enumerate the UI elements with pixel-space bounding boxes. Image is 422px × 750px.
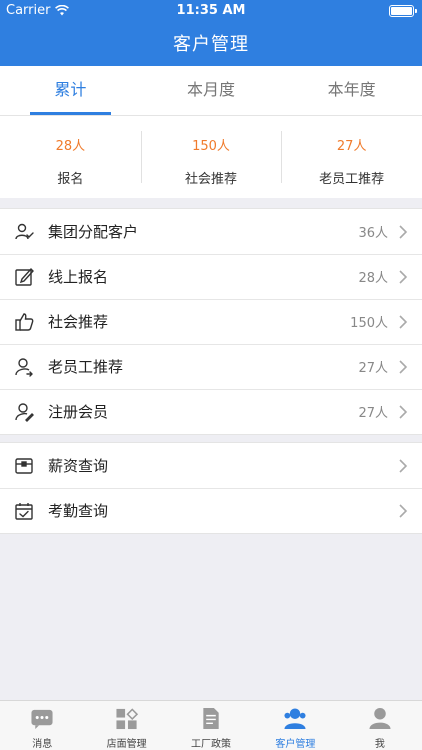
- tabbar-me[interactable]: 我: [338, 701, 422, 750]
- tabbar-factory-policy[interactable]: 工厂政策: [169, 701, 253, 750]
- wallet-icon: [14, 456, 34, 476]
- stat-social-referral[interactable]: 150人 社会推荐: [140, 127, 282, 187]
- tabbar-label: 工厂政策: [191, 739, 232, 750]
- tab-this-year[interactable]: 本年度: [281, 66, 422, 115]
- chevron-right-icon: [399, 404, 408, 419]
- status-time: 11:35 AM: [176, 3, 246, 18]
- stat-label: 老员工推荐: [319, 172, 385, 187]
- list-item-label: 社会推荐: [48, 313, 109, 331]
- group-assign-icon: [14, 222, 34, 242]
- page-title: 客户管理: [173, 34, 249, 55]
- battery-icon: [389, 5, 417, 17]
- list-item-label: 注册会员: [48, 403, 109, 421]
- store-grid-icon: [116, 708, 138, 730]
- stat-label: 报名: [57, 172, 84, 187]
- stat-value: 28人: [55, 139, 86, 154]
- calendar-check-icon: [14, 501, 34, 521]
- document-icon: [203, 707, 219, 730]
- chevron-right-icon: [399, 359, 408, 374]
- list-item-registered-members[interactable]: 注册会员 27人: [0, 389, 422, 434]
- list-item-count: 27人: [358, 406, 388, 421]
- chevron-right-icon: [399, 503, 408, 518]
- navigation-header: Carrier 11:35 AM 客户管理: [0, 0, 422, 66]
- tabbar-label: 客户管理: [275, 739, 316, 750]
- tabbar-label: 我: [374, 739, 385, 750]
- list-item-employee-referral[interactable]: 老员工推荐 27人: [0, 344, 422, 389]
- chevron-right-icon: [399, 224, 408, 239]
- list-item-count: 28人: [358, 271, 388, 286]
- tabbar-messages[interactable]: 消息: [0, 701, 84, 750]
- chevron-right-icon: [399, 314, 408, 329]
- customer-list: 集团分配客户 36人 线上报名 28人 社会推荐 150人 老员工推荐 27人 …: [0, 208, 422, 435]
- tab-cumulative[interactable]: 累计: [0, 66, 141, 115]
- list-item-label: 老员工推荐: [48, 358, 124, 376]
- query-list: 薪资查询 考勤查询: [0, 442, 422, 534]
- period-tabs: 累计 本月度 本年度: [0, 66, 422, 116]
- list-item-label: 薪资查询: [48, 457, 109, 475]
- message-icon: [31, 709, 53, 730]
- user-edit-icon: [14, 402, 34, 422]
- tabbar-label: 店面管理: [106, 739, 147, 750]
- tabbar-label: 消息: [32, 739, 53, 750]
- list-item-label: 线上报名: [48, 268, 109, 286]
- chevron-right-icon: [399, 269, 408, 284]
- stat-value: 150人: [192, 139, 230, 154]
- stat-signup[interactable]: 28人 报名: [0, 127, 141, 187]
- list-item-social-referral[interactable]: 社会推荐 150人: [0, 299, 422, 344]
- edit-form-icon: [14, 267, 34, 287]
- list-item-label: 集团分配客户: [48, 223, 139, 241]
- stat-employee-referral[interactable]: 27人 老员工推荐: [281, 127, 422, 187]
- chevron-right-icon: [399, 458, 408, 473]
- stats-summary: 28人 报名 150人 社会推荐 27人 老员工推荐: [0, 116, 422, 198]
- list-item-count: 27人: [358, 361, 388, 376]
- list-item-count: 36人: [358, 226, 388, 241]
- list-item-salary-query[interactable]: 薪资查询: [0, 443, 422, 488]
- list-item-attendance-query[interactable]: 考勤查询: [0, 488, 422, 533]
- thumbs-up-icon: [14, 312, 34, 332]
- status-bar: Carrier 11:35 AM: [0, 0, 422, 22]
- user-referral-icon: [14, 357, 34, 377]
- bottom-tab-bar: 消息 店面管理 工厂政策 客户管理 我: [0, 700, 422, 750]
- tabbar-customer-management[interactable]: 客户管理: [253, 701, 337, 750]
- profile-icon: [369, 707, 391, 730]
- tab-this-month[interactable]: 本月度: [141, 66, 282, 115]
- list-item-label: 考勤查询: [48, 502, 109, 520]
- customers-icon: [284, 708, 306, 730]
- tabbar-store-management[interactable]: 店面管理: [84, 701, 168, 750]
- stat-value: 27人: [336, 139, 367, 154]
- list-item-count: 150人: [350, 316, 388, 331]
- list-item-online-signup[interactable]: 线上报名 28人: [0, 254, 422, 299]
- list-item-group-assigned[interactable]: 集团分配客户 36人: [0, 209, 422, 254]
- stat-label: 社会推荐: [185, 172, 238, 187]
